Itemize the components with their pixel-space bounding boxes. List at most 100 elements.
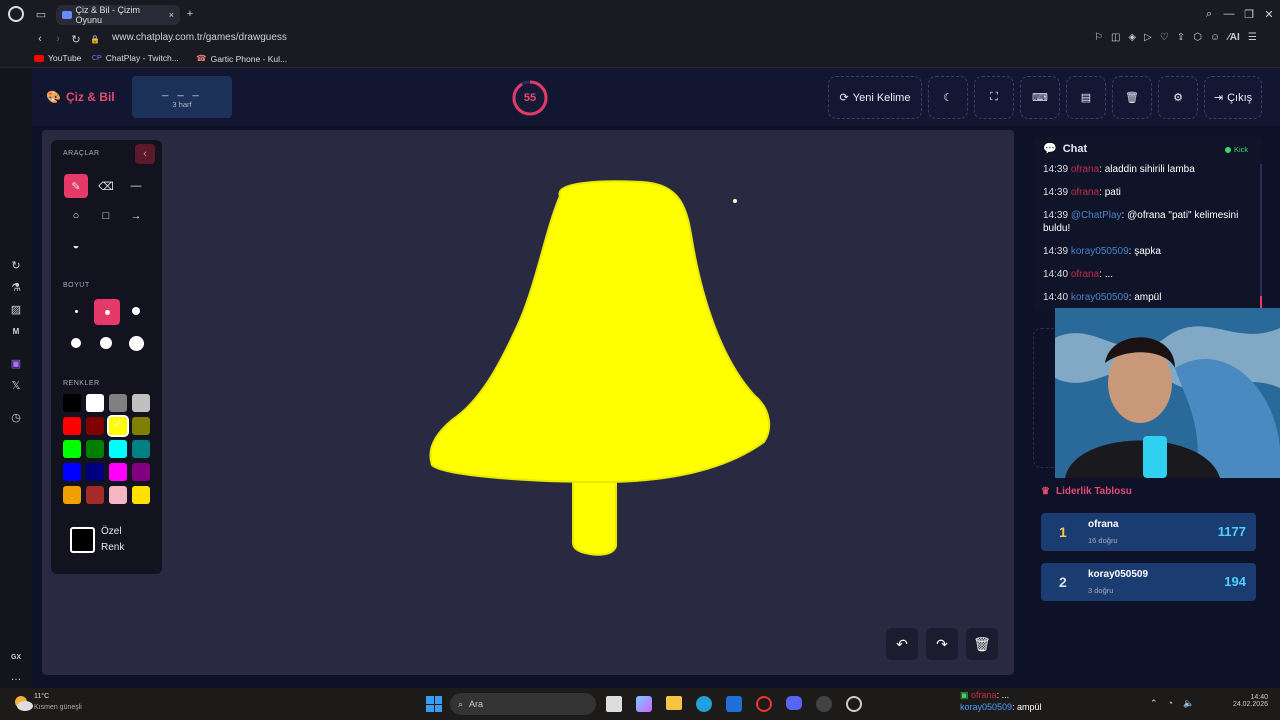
message-user[interactable]: ofrana [1071, 187, 1099, 198]
clock-icon[interactable]: ◷ [9, 410, 23, 424]
color-swatch[interactable] [109, 440, 127, 458]
search-tabs-icon[interactable]: ⌕ [1202, 7, 1216, 21]
volume-icon[interactable]: 🔈 [1183, 698, 1194, 709]
rectangle-tool[interactable]: □ [94, 204, 118, 228]
color-swatch[interactable] [86, 394, 104, 412]
tab-close-icon[interactable]: × [169, 10, 174, 20]
easy-setup-icon[interactable]: ☰ [1248, 32, 1257, 46]
archive-button[interactable]: ▤ [1066, 76, 1106, 119]
app-icon[interactable] [846, 696, 862, 712]
chat-scrollbar[interactable] [1260, 164, 1262, 310]
twitch-icon[interactable]: ▣ [9, 356, 23, 370]
bookmark-chatplay[interactable]: CP ChatPlay - Twitch... [92, 53, 179, 63]
clear-button[interactable]: 🗑 [1112, 76, 1152, 119]
messenger-icon[interactable]: M [9, 324, 23, 338]
message-user[interactable]: koray050509 [1071, 292, 1129, 303]
tab-menu-icon[interactable]: ▭ [34, 7, 48, 21]
color-swatch[interactable] [132, 486, 150, 504]
size-s[interactable] [94, 299, 120, 325]
size-m[interactable] [124, 299, 148, 323]
color-swatch[interactable] [109, 486, 127, 504]
chevron-up-icon[interactable]: ⌃ [1150, 698, 1158, 709]
play-icon[interactable]: ▷ [1144, 32, 1152, 46]
drawing-canvas[interactable] [42, 130, 1014, 675]
fill-tool[interactable]: ◒ [64, 234, 88, 258]
custom-color-picker[interactable] [70, 527, 95, 553]
color-swatch[interactable] [63, 440, 81, 458]
color-swatch[interactable] [132, 417, 150, 435]
color-swatch[interactable] [86, 486, 104, 504]
settings-button[interactable]: ⚙ [1158, 76, 1198, 119]
extensions-icon[interactable]: ⬡ [1193, 32, 1202, 46]
flow-icon[interactable]: ⚗ [9, 280, 23, 294]
weather-icon[interactable] [12, 692, 34, 714]
discord-icon[interactable] [786, 696, 802, 710]
eraser-tool[interactable]: ⌫ [94, 174, 118, 198]
color-swatch[interactable] [109, 394, 127, 412]
color-swatch[interactable] [63, 417, 81, 435]
circle-tool[interactable]: ○ [64, 204, 88, 228]
edge-icon[interactable] [696, 696, 712, 712]
steam-icon[interactable] [816, 696, 832, 712]
redo-button[interactable]: ↷ [926, 628, 958, 660]
clock[interactable]: 14:40 24.02.2026 [1228, 694, 1268, 708]
size-l[interactable] [64, 331, 88, 355]
heart-icon[interactable]: ♡ [1160, 32, 1169, 46]
copilot-icon[interactable] [636, 696, 652, 712]
back-icon[interactable]: ‹ [34, 32, 46, 46]
color-swatch[interactable] [63, 394, 81, 412]
file-explorer-icon[interactable] [666, 696, 682, 710]
arrow-tool[interactable]: → [124, 204, 148, 228]
color-swatch[interactable] [86, 417, 104, 435]
exit-button[interactable]: ⇥ Çıkış [1204, 76, 1262, 119]
size-xl[interactable] [94, 331, 118, 355]
color-swatch[interactable] [132, 440, 150, 458]
forward-icon[interactable]: › [52, 32, 64, 46]
x-twitter-icon[interactable]: 𝕏 [9, 378, 23, 392]
windows-start-icon[interactable] [426, 696, 442, 712]
minimize-icon[interactable]: — [1222, 7, 1236, 21]
size-xxl[interactable] [124, 331, 148, 355]
more-icon[interactable]: … [9, 670, 23, 684]
message-user[interactable]: @ChatPlay [1071, 210, 1122, 221]
color-swatch[interactable] [109, 463, 127, 481]
new-tab-icon[interactable]: + [184, 7, 196, 21]
network-icon[interactable]: ◔ [1168, 698, 1173, 709]
color-swatch[interactable]: ✓ [107, 415, 129, 437]
color-swatch[interactable] [63, 463, 81, 481]
url-field[interactable]: www.chatplay.com.tr/games/drawguess [112, 32, 287, 43]
browser-tab-active[interactable]: Çiz & Bil - Çizim Oyunu × [56, 5, 180, 25]
color-swatch[interactable] [132, 394, 150, 412]
delete-drawing-button[interactable]: 🗑 [966, 628, 998, 660]
keyboard-button[interactable]: ⌨ [1020, 76, 1060, 119]
opera-logo-icon[interactable] [8, 6, 24, 22]
close-window-icon[interactable]: ✕ [1262, 7, 1276, 21]
undo-button[interactable]: ↶ [886, 628, 918, 660]
maximize-icon[interactable]: ❐ [1242, 7, 1256, 21]
color-swatch[interactable] [63, 486, 81, 504]
pinboard-icon[interactable]: ▨ [9, 302, 23, 316]
history-icon[interactable]: ↻ [9, 258, 23, 272]
ai-icon[interactable]: ⁄AI [1228, 32, 1240, 46]
profile-icon[interactable]: ☺ [1210, 32, 1220, 46]
reload-icon[interactable]: ↻ [70, 32, 82, 46]
bookmark-youtube[interactable]: YouTube [34, 53, 81, 63]
line-tool[interactable]: — [124, 174, 148, 198]
fullscreen-button[interactable]: ⛶ [974, 76, 1014, 119]
color-swatch[interactable] [132, 463, 150, 481]
bookmark-icon[interactable]: ⚐ [1094, 32, 1103, 46]
share-icon[interactable]: ⇪ [1177, 32, 1185, 46]
size-xs[interactable] [64, 299, 88, 323]
color-swatch[interactable] [86, 440, 104, 458]
bookmark-gartic[interactable]: ☎ Gartic Phone - Kul... [196, 53, 287, 64]
brush-tool[interactable]: ✎ [64, 174, 88, 198]
message-user[interactable]: ofrana [1071, 269, 1099, 280]
task-view-icon[interactable] [606, 696, 622, 712]
camera-icon[interactable]: ◫ [1111, 32, 1120, 46]
color-swatch[interactable] [86, 463, 104, 481]
message-user[interactable]: ofrana [1071, 164, 1099, 175]
opera-gx-icon[interactable] [756, 696, 772, 712]
shield-icon[interactable]: ◈ [1128, 32, 1136, 46]
message-user[interactable]: koray050509 [1071, 246, 1129, 257]
dark-mode-button[interactable]: ☾ [928, 76, 968, 119]
